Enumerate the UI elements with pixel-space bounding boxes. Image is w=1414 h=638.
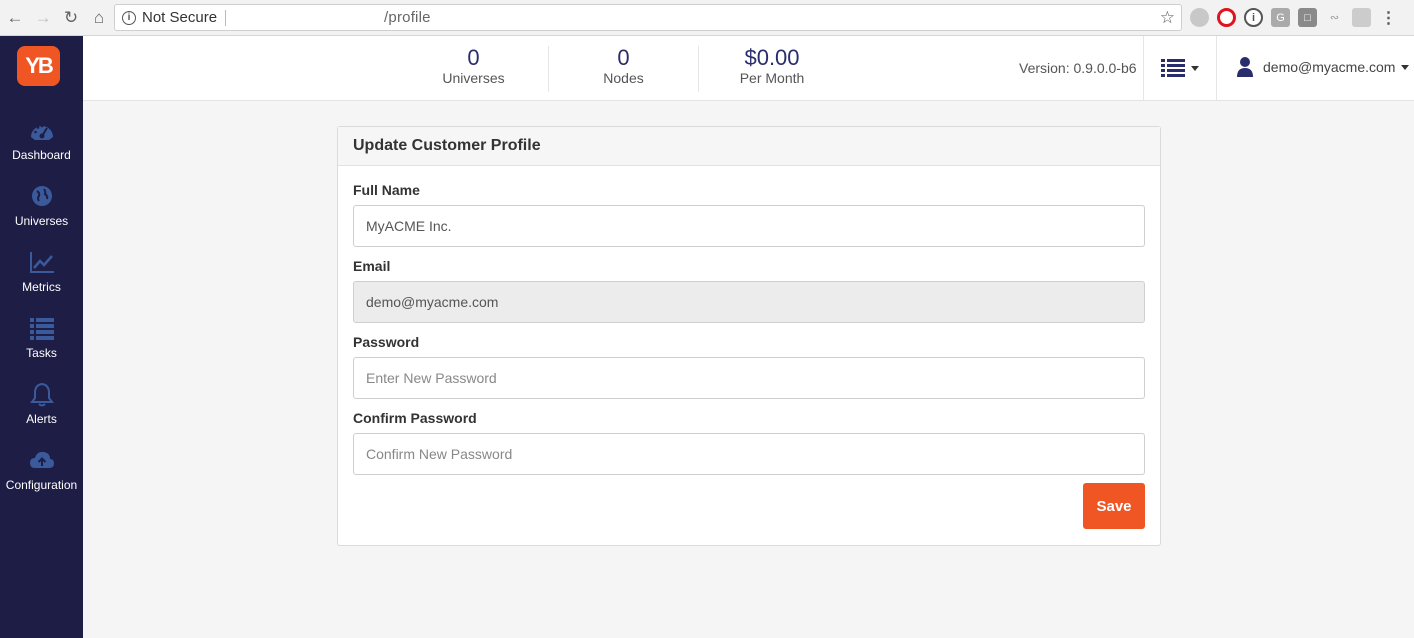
globe-icon: [31, 186, 52, 206]
opera-extension-icon[interactable]: [1217, 8, 1236, 27]
url-path: /profile: [384, 9, 431, 26]
full-name-input[interactable]: [353, 205, 1145, 247]
stat-value: 0: [467, 45, 480, 70]
cloud-upload-icon: [29, 451, 54, 468]
forward-arrow-icon[interactable]: →: [30, 5, 56, 31]
top-header: 0 Universes 0 Nodes $0.00 Per Month Vers…: [83, 36, 1414, 101]
sidebar-item-label: Metrics: [22, 280, 61, 294]
browser-toolbar: ← → ↻ ⌂ i Not Secure /profile ☆ i G □ ∾ …: [0, 0, 1414, 36]
sidebar-item-tasks[interactable]: Tasks: [0, 316, 83, 360]
dashboard-icon: [30, 124, 53, 140]
stat-label: Universes: [442, 70, 505, 86]
confirm-password-input[interactable]: [353, 433, 1145, 475]
chevron-down-icon: [1401, 64, 1410, 70]
sidebar-item-universes[interactable]: Universes: [0, 184, 83, 228]
sidebar-item-alerts[interactable]: Alerts: [0, 382, 83, 426]
sidebar-item-label: Dashboard: [12, 148, 71, 162]
password-label: Password: [353, 334, 420, 350]
user-email: demo@myacme.com: [1263, 59, 1396, 75]
chevron-down-icon: [1191, 65, 1199, 71]
browser-menu-icon[interactable]: ⋮: [1379, 8, 1398, 27]
stat-value: 0: [617, 45, 630, 70]
user-icon: [1237, 57, 1253, 77]
panel-title: Update Customer Profile: [338, 127, 1160, 166]
back-arrow-icon[interactable]: ←: [2, 5, 28, 31]
update-profile-panel: Update Customer Profile Full Name Email …: [337, 126, 1161, 546]
reload-icon[interactable]: ↻: [58, 5, 84, 31]
sidebar-item-metrics[interactable]: Metrics: [0, 250, 83, 294]
full-name-label: Full Name: [353, 182, 420, 198]
cost-stat[interactable]: $0.00 Per Month: [697, 45, 847, 87]
security-label: Not Secure: [142, 9, 218, 26]
redacted-host: [234, 13, 384, 23]
chart-line-icon: [29, 252, 54, 273]
stat-value: $0.00: [744, 45, 800, 70]
sidebar-item-label: Tasks: [26, 346, 57, 360]
screenshot-extension-icon[interactable]: □: [1298, 8, 1317, 27]
yb-logo[interactable]: YB: [17, 46, 60, 86]
nodes-stat[interactable]: 0 Nodes: [549, 46, 699, 92]
sidebar-item-dashboard[interactable]: Dashboard: [0, 118, 83, 162]
sidebar-item-label: Universes: [14, 214, 69, 228]
tasks-dropdown-button[interactable]: [1161, 56, 1203, 80]
sidebar-item-label: Alerts: [26, 412, 57, 426]
extensions-bar: i G □ ∾ ⋮: [1190, 8, 1398, 27]
email-input: [353, 281, 1145, 323]
drive-extension-icon[interactable]: [1190, 8, 1209, 27]
bell-icon: [29, 382, 54, 407]
stat-label: Nodes: [603, 70, 644, 86]
list-icon: [1161, 59, 1185, 77]
onepassword-extension-icon[interactable]: i: [1244, 8, 1263, 27]
stat-label: Per Month: [739, 70, 805, 86]
user-menu-dropdown[interactable]: demo@myacme.com: [1236, 56, 1410, 78]
header-divider: [1216, 36, 1217, 101]
header-divider: [1143, 36, 1144, 101]
universes-stat[interactable]: 0 Universes: [399, 46, 549, 92]
omnibox-separator: [225, 9, 227, 26]
confirm-password-label: Confirm Password: [353, 410, 477, 426]
save-button[interactable]: Save: [1083, 483, 1145, 529]
bookmark-star-icon[interactable]: ☆: [1160, 8, 1175, 28]
grey-extension-icon[interactable]: [1352, 8, 1371, 27]
grammar-extension-icon[interactable]: G: [1271, 8, 1290, 27]
address-bar[interactable]: i Not Secure /profile ☆: [114, 4, 1182, 31]
password-input[interactable]: [353, 357, 1145, 399]
sidebar-item-label: Configuration: [5, 478, 78, 492]
usb-extension-icon[interactable]: ∾: [1325, 8, 1344, 27]
sidebar-item-configuration[interactable]: Configuration: [0, 448, 83, 492]
version-label: Version: 0.9.0.0-b6: [1019, 60, 1137, 76]
email-label: Email: [353, 258, 391, 274]
sidebar: YB Dashboard Universes Metrics Tasks Ale…: [0, 36, 83, 638]
list-icon: [29, 318, 54, 340]
home-icon[interactable]: ⌂: [86, 5, 112, 31]
info-icon[interactable]: i: [122, 10, 136, 25]
